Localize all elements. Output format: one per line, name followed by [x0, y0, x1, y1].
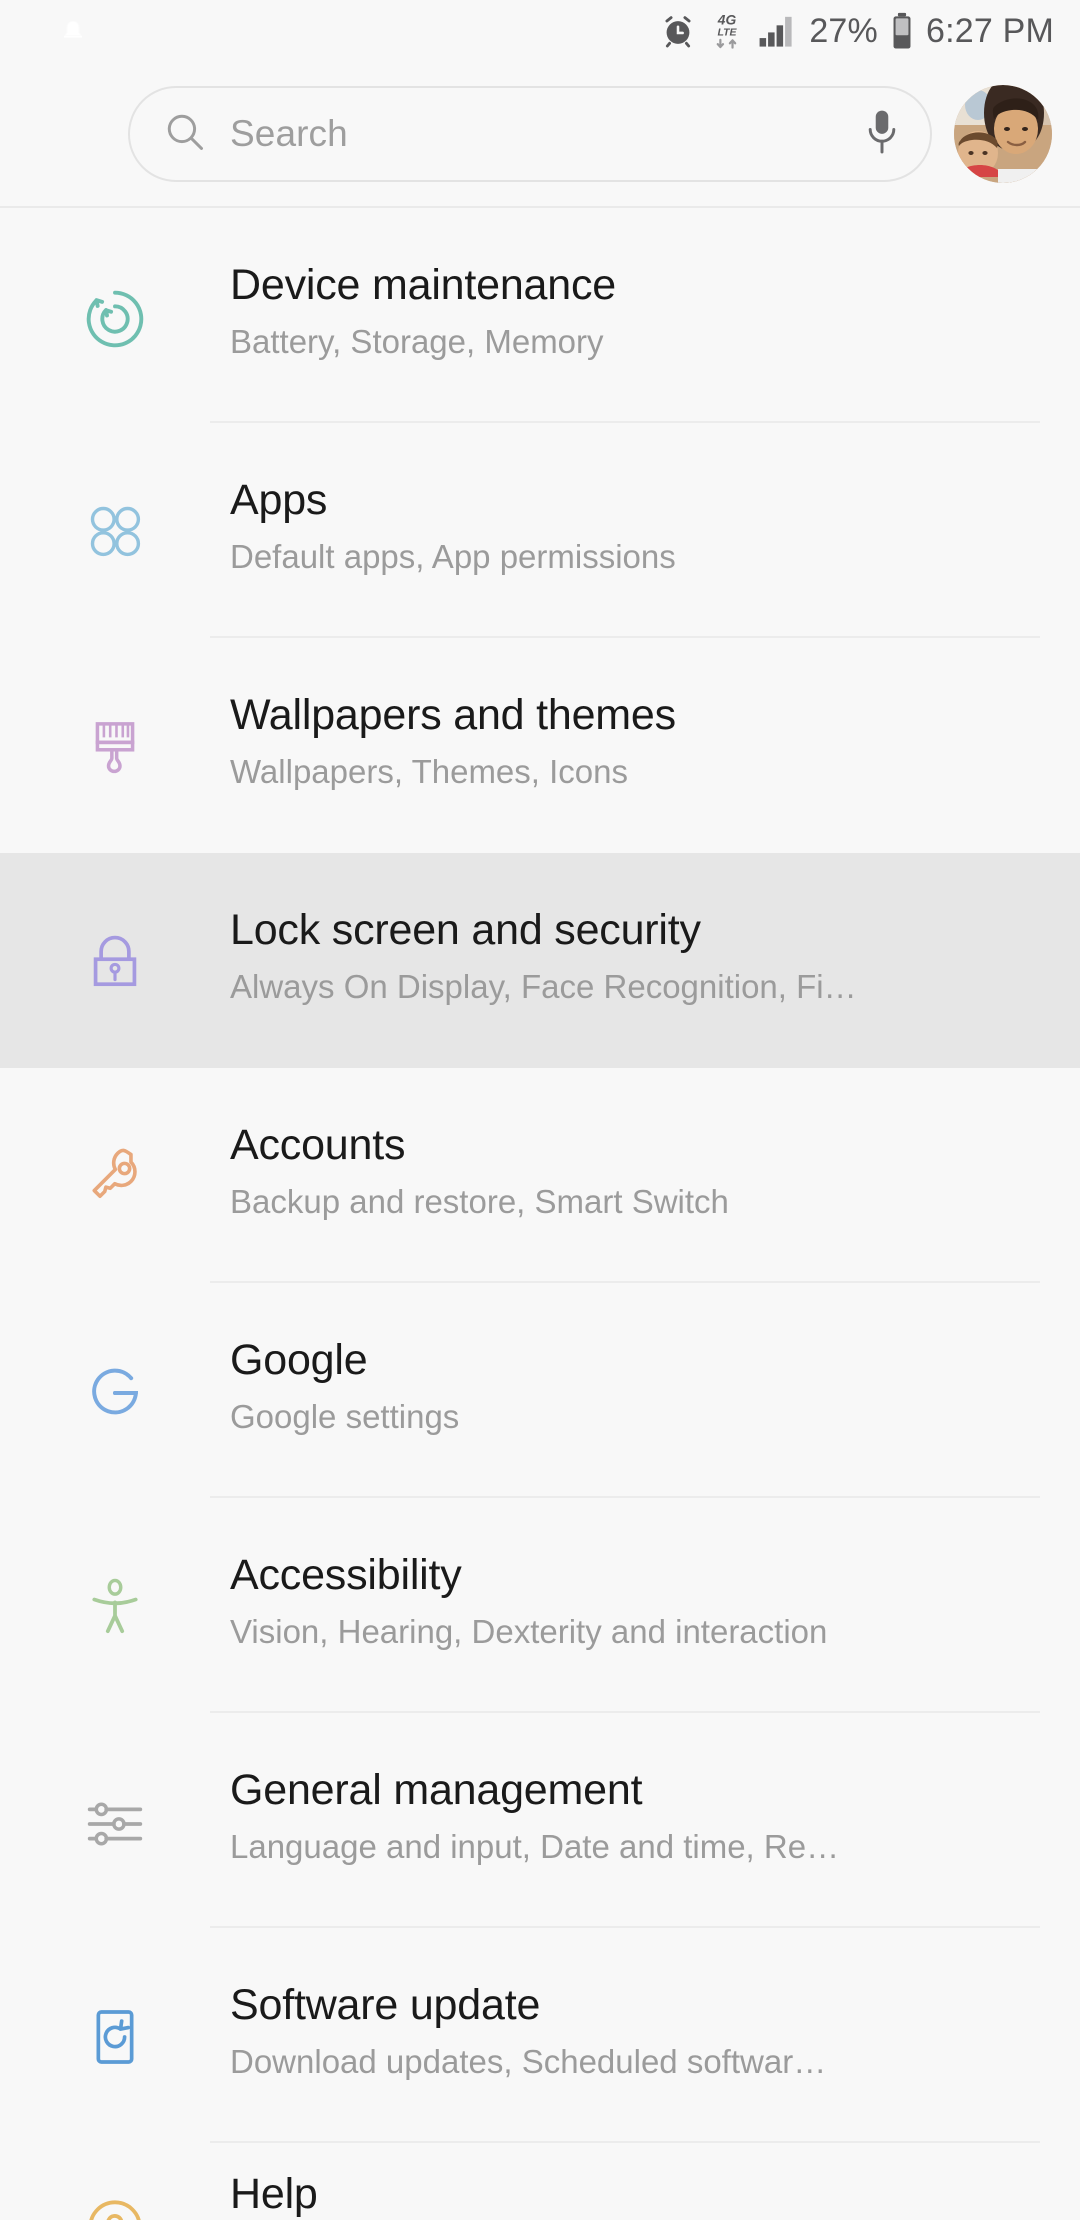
settings-row-subtitle: Always On Display, Face Recognition, Fi…	[230, 967, 857, 1005]
microphone-icon[interactable]	[862, 108, 902, 161]
profile-avatar[interactable]	[954, 85, 1052, 183]
status-bar-right-icons: 4G LTE 27% 6:27 PM	[660, 10, 1054, 52]
clock-time: 6:27 PM	[925, 11, 1054, 50]
svg-text:4G: 4G	[717, 11, 737, 27]
signal-bars-icon	[758, 14, 798, 48]
help-circle-icon	[0, 2143, 230, 2220]
settings-row-content: Software update Download updates, Schedu…	[230, 1928, 1080, 2081]
settings-row-accessibility[interactable]: Accessibility Vision, Hearing, Dexterity…	[0, 1498, 1080, 1713]
settings-row-subtitle: Wallpapers, Themes, Icons	[230, 752, 628, 790]
settings-row-subtitle: Default apps, App permissions	[230, 537, 676, 575]
sliders-icon	[0, 1713, 230, 1863]
settings-row-title: Lock screen and security	[230, 906, 701, 954]
settings-row-general-management[interactable]: General management Language and input, D…	[0, 1713, 1080, 1928]
settings-row-content: Wallpapers and themes Wallpapers, Themes…	[230, 638, 1080, 791]
search-icon	[162, 109, 208, 160]
notification-bell-icon	[60, 16, 86, 46]
paintbrush-icon	[0, 638, 230, 784]
google-g-icon	[0, 1283, 230, 1431]
settings-row-title: General management	[230, 1766, 643, 1814]
settings-row-subtitle: Language and input, Date and time, Re…	[230, 1827, 840, 1865]
settings-row-title: Google	[230, 1336, 368, 1384]
status-bar: 4G LTE 27% 6:27 PM	[0, 0, 1080, 62]
search-bar[interactable]: Search	[128, 86, 932, 182]
settings-row-apps[interactable]: Apps Default apps, App permissions	[0, 423, 1080, 638]
settings-row-title: Apps	[230, 476, 328, 524]
settings-row-help[interactable]: Help	[0, 2143, 1080, 2220]
settings-row-lock-screen-and-security[interactable]: Lock screen and security Always On Displ…	[0, 853, 1080, 1068]
accessibility-person-icon	[0, 1498, 230, 1642]
search-input[interactable]: Search	[230, 113, 840, 155]
settings-list: Device maintenance Battery, Storage, Mem…	[0, 208, 1080, 2220]
key-icon	[0, 1068, 230, 1216]
settings-row-accounts[interactable]: Accounts Backup and restore, Smart Switc…	[0, 1068, 1080, 1283]
padlock-icon	[0, 853, 230, 999]
battery-icon	[889, 12, 915, 50]
settings-row-title: Wallpapers and themes	[230, 691, 676, 739]
settings-row-subtitle: Vision, Hearing, Dexterity and interacti…	[230, 1612, 828, 1650]
battery-percentage: 27%	[809, 11, 878, 50]
settings-row-subtitle: Download updates, Scheduled softwar…	[230, 2042, 827, 2080]
settings-row-software-update[interactable]: Software update Download updates, Schedu…	[0, 1928, 1080, 2143]
settings-row-wallpapers-and-themes[interactable]: Wallpapers and themes Wallpapers, Themes…	[0, 638, 1080, 853]
settings-row-content: Accessibility Vision, Hearing, Dexterity…	[230, 1498, 1080, 1651]
software-update-icon	[0, 1928, 230, 2074]
search-header: Search	[0, 62, 1080, 208]
status-bar-left-icons	[60, 16, 660, 46]
settings-row-title: Accounts	[230, 1121, 406, 1169]
settings-row-title: Accessibility	[230, 1551, 462, 1599]
settings-row-title: Device maintenance	[230, 261, 617, 309]
settings-row-content: Apps Default apps, App permissions	[230, 423, 1080, 576]
settings-row-device-maintenance[interactable]: Device maintenance Battery, Storage, Mem…	[0, 208, 1080, 423]
settings-row-google[interactable]: Google Google settings	[0, 1283, 1080, 1498]
settings-row-subtitle: Google settings	[230, 1397, 460, 1435]
settings-row-content: Device maintenance Battery, Storage, Mem…	[230, 208, 1080, 361]
alarm-clock-icon	[660, 13, 696, 49]
settings-row-title: Software update	[230, 1981, 541, 2029]
settings-row-content: Accounts Backup and restore, Smart Switc…	[230, 1068, 1080, 1221]
network-type-4g-lte-icon: 4G LTE	[707, 10, 747, 52]
settings-row-title: Help	[230, 2170, 318, 2218]
settings-row-content: Google Google settings	[230, 1283, 1080, 1436]
svg-text:LTE: LTE	[718, 26, 738, 38]
settings-row-subtitle: Backup and restore, Smart Switch	[230, 1182, 729, 1220]
apps-grid-icon	[0, 423, 230, 567]
settings-row-content: Lock screen and security Always On Displ…	[230, 853, 1080, 1006]
settings-row-subtitle: Battery, Storage, Memory	[230, 322, 604, 360]
settings-row-content: General management Language and input, D…	[230, 1713, 1080, 1866]
device-maintenance-icon	[0, 208, 230, 358]
settings-row-content: Help	[230, 2143, 1080, 2220]
